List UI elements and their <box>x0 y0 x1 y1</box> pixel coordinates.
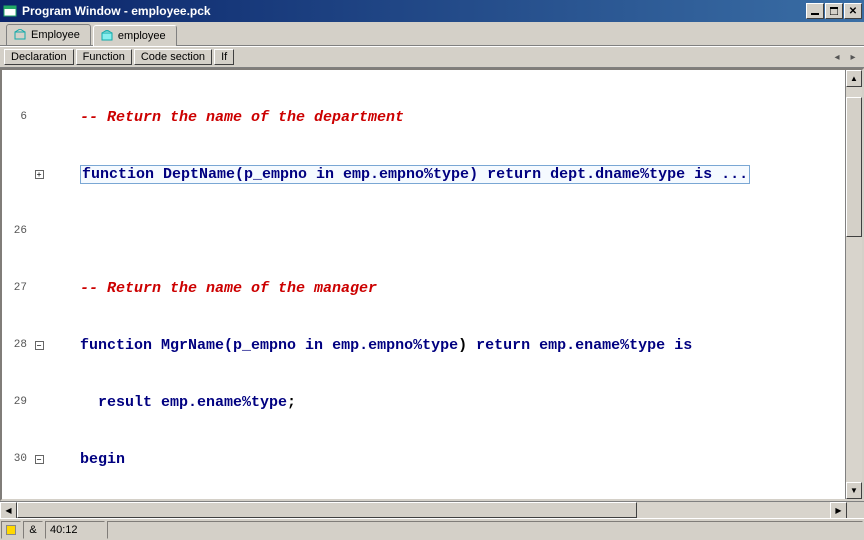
line-number: 28 <box>4 336 30 355</box>
status-bar: & 40:12 <box>0 518 864 540</box>
fold-collapse-icon[interactable]: − <box>35 341 44 350</box>
nav-prev-icon[interactable]: ◂ <box>830 50 844 64</box>
scroll-up-button[interactable]: ▲ <box>846 70 862 87</box>
crumb-if[interactable]: If <box>214 49 234 65</box>
app-icon <box>2 3 18 19</box>
maximize-button[interactable] <box>825 3 843 19</box>
fold-expand-icon[interactable]: + <box>35 170 44 179</box>
close-button[interactable]: ✕ <box>844 3 862 19</box>
tab-employee-body[interactable]: employee <box>93 25 177 46</box>
package-body-icon <box>100 29 114 43</box>
nav-next-icon[interactable]: ▸ <box>846 50 860 64</box>
line-number: 26 <box>4 222 30 241</box>
status-message <box>107 521 863 539</box>
status-modified-icon <box>1 521 21 539</box>
editor-area: 6-- Return the name of the department +f… <box>0 68 864 501</box>
line-number: 6 <box>4 108 30 127</box>
line-number: 27 <box>4 279 30 298</box>
status-cursor-position: 40:12 <box>45 521 105 539</box>
scroll-down-button[interactable]: ▼ <box>846 482 862 499</box>
status-amp: & <box>23 521 43 539</box>
fold-collapse-icon[interactable]: − <box>35 455 44 464</box>
scroll-right-button[interactable]: ▶ <box>830 502 847 519</box>
package-spec-icon <box>13 28 27 42</box>
crumb-function[interactable]: Function <box>76 49 132 65</box>
window-title: Program Window - employee.pck <box>22 4 806 18</box>
scroll-thumb-h[interactable] <box>17 502 637 518</box>
tab-strip: Employee employee <box>0 22 864 46</box>
scroll-corner <box>847 502 864 518</box>
scroll-left-button[interactable]: ◀ <box>0 502 17 519</box>
crumb-code-section[interactable]: Code section <box>134 49 212 65</box>
tab-employee-spec[interactable]: Employee <box>6 24 91 45</box>
vertical-scrollbar[interactable]: ▲ ▼ <box>845 70 862 499</box>
tab-label: employee <box>118 30 166 42</box>
code-editor[interactable]: 6-- Return the name of the department +f… <box>2 70 862 499</box>
title-bar: Program Window - employee.pck ✕ <box>0 0 864 22</box>
line-number: 29 <box>4 393 30 412</box>
horizontal-scrollbar[interactable]: ◀ ▶ <box>0 501 864 518</box>
scroll-thumb[interactable] <box>846 97 862 237</box>
minimize-button[interactable] <box>806 3 824 19</box>
crumb-declaration[interactable]: Declaration <box>4 49 74 65</box>
tab-label: Employee <box>31 29 80 41</box>
line-number: 30 <box>4 450 30 469</box>
breadcrumb-bar: Declaration Function Code section If ◂ ▸ <box>0 46 864 68</box>
